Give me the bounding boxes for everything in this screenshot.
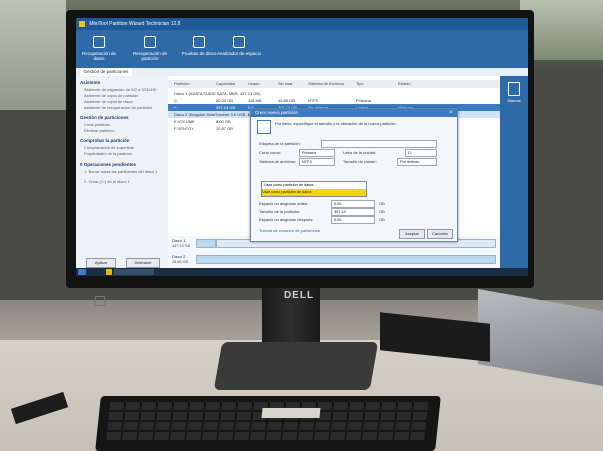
tab-bar <box>76 68 528 76</box>
monitor-base <box>213 342 379 390</box>
disk2-partition[interactable] <box>196 255 496 264</box>
create-partition-dialog: Crear nueva partición × Por favor, espec… <box>250 108 458 242</box>
sidebar-section-title: Gestión de particiones <box>80 115 129 120</box>
keyboard-sticker <box>261 408 321 418</box>
sidebar-item[interactable]: Asistente de recuperación de partición <box>84 105 152 110</box>
unit-label: GB <box>379 209 385 214</box>
field-label: Etiqueta de la partición: <box>259 141 301 146</box>
partition-icon <box>144 36 156 48</box>
table-header: Partición Capacidad Usado Sin usar Siste… <box>168 80 500 88</box>
ribbon-space-analyzer[interactable]: Analizador de espacio <box>216 34 262 64</box>
sidebar: Asistente Asistente de migración de SO a… <box>76 76 169 268</box>
ribbon-disk-test[interactable]: Pruebas de disco <box>178 34 220 64</box>
taskbar <box>76 268 528 276</box>
app-titlebar: MiniTool Partition Wizard Technician 12.… <box>76 18 528 30</box>
table-row[interactable]: Disco 1 (ADATA SU630 SATA, MBR, 447.13 G… <box>168 90 500 97</box>
dell-logo: DELL <box>283 290 315 301</box>
manual-link[interactable]: Manual <box>500 98 528 103</box>
help-link[interactable]: Tutorial de creación de particiones <box>259 228 320 233</box>
unit-label: GB <box>379 217 385 222</box>
app-title: MiniTool Partition Wizard Technician 12.… <box>89 21 181 27</box>
sidebar-item[interactable]: Eliminar partición <box>84 128 115 133</box>
partition-size-input[interactable]: 397.13 <box>331 208 375 216</box>
recovery-icon <box>93 36 105 48</box>
field-label: Crear como: <box>259 150 282 155</box>
field-label: Tamaño de la partición: <box>259 209 301 214</box>
sidebar-item[interactable]: Comprobación de superficie <box>84 145 134 150</box>
sidebar-item[interactable]: Asistente de copia de disco <box>84 99 133 104</box>
disk1-label: Disco 1 <box>172 238 186 243</box>
app-icon <box>79 20 85 27</box>
partition-label-input[interactable] <box>321 140 437 148</box>
disk-icon <box>193 36 205 48</box>
dropdown-option[interactable]: Usar como partición de datos <box>264 182 313 189</box>
field-label: Espacio no asignado antes: <box>259 201 309 206</box>
sidebar-item[interactable]: Crear partición <box>84 122 110 127</box>
cluster-size-select[interactable]: Por defecto <box>397 158 437 166</box>
dropdown-option-highlighted[interactable]: Usar como partición de datos <box>262 189 366 196</box>
create-as-select[interactable]: Primaria <box>299 149 335 157</box>
sidebar-section-title: Asistente <box>80 80 101 85</box>
ok-button[interactable]: Aceptar <box>399 229 425 239</box>
dropdown-list[interactable]: Usar como partición de datos Usar como p… <box>261 181 367 197</box>
key-row[interactable] <box>107 422 429 430</box>
tab-partition-management[interactable]: Gestión de particiones <box>80 68 132 76</box>
disk2-size: 28.86 GB <box>172 260 189 264</box>
taskbar-app-icon[interactable] <box>106 269 112 275</box>
dialog-description: Por favor, especifique el tamaño y la ub… <box>275 121 397 126</box>
taskbar-app[interactable] <box>114 269 154 275</box>
dialog-title: Crear nueva partición <box>251 109 457 117</box>
undo-button[interactable]: Deshacer <box>126 258 160 268</box>
window-left <box>0 0 66 110</box>
ribbon-data-recovery[interactable]: Recuperación de datos <box>78 34 120 64</box>
close-icon[interactable]: × <box>447 109 455 117</box>
pending-operation: 1. Borrar todas las particiones del disc… <box>84 169 158 174</box>
sidebar-section-title: Comprobar la partición <box>80 138 130 143</box>
drive-letter-select[interactable]: D: <box>405 149 437 157</box>
apply-button[interactable]: Aplicar <box>86 258 116 268</box>
table-row[interactable]: C: 50.00 GB 118 MB 49.88 GB NTFS Primari… <box>168 97 500 104</box>
sidebar-item[interactable]: Asistente de copia de partición <box>84 93 138 98</box>
ribbon-partition-recovery[interactable]: Recuperación de partición <box>124 34 176 64</box>
pending-operation: 2. Crear (C:) en el disco 1 <box>84 179 130 184</box>
partition-icon <box>257 120 271 134</box>
manual-icon <box>508 82 520 96</box>
start-icon[interactable] <box>78 269 86 275</box>
unit-label: GB <box>379 201 385 206</box>
sidebar-item[interactable]: Asistente de migración de SO a SSD/HD <box>84 87 156 92</box>
field-label: Tamaño de clúster: <box>343 159 377 164</box>
key-row[interactable] <box>106 432 428 440</box>
field-label: Sistema de archivos: <box>259 159 297 164</box>
disk2-label: Disco 2 <box>172 254 186 259</box>
disk1-size: 447.13 GB <box>172 244 191 248</box>
disk1-partition-c[interactable] <box>196 239 216 248</box>
screen: MiniTool Partition Wizard Technician 12.… <box>76 18 528 276</box>
space-after-input[interactable]: 0.00 <box>331 216 375 224</box>
filesystem-select[interactable]: NTFS <box>299 158 335 166</box>
analyzer-icon <box>233 36 245 48</box>
sidebar-item[interactable]: Propiedades de la partición <box>84 151 132 156</box>
ribbon: Recuperación de datos Recuperación de pa… <box>76 30 528 68</box>
field-label: Letra de la unidad: <box>343 150 377 155</box>
space-before-input[interactable]: 0.00 <box>331 200 375 208</box>
keyboard[interactable] <box>95 396 441 451</box>
pending-operations-title: 0 Operaciones pendientes <box>80 162 137 167</box>
field-label: Espacio no asignado después: <box>259 217 314 222</box>
power-button[interactable] <box>95 296 105 306</box>
cancel-button[interactable]: Cancelar <box>427 229 453 239</box>
right-panel: Manual <box>500 76 528 268</box>
